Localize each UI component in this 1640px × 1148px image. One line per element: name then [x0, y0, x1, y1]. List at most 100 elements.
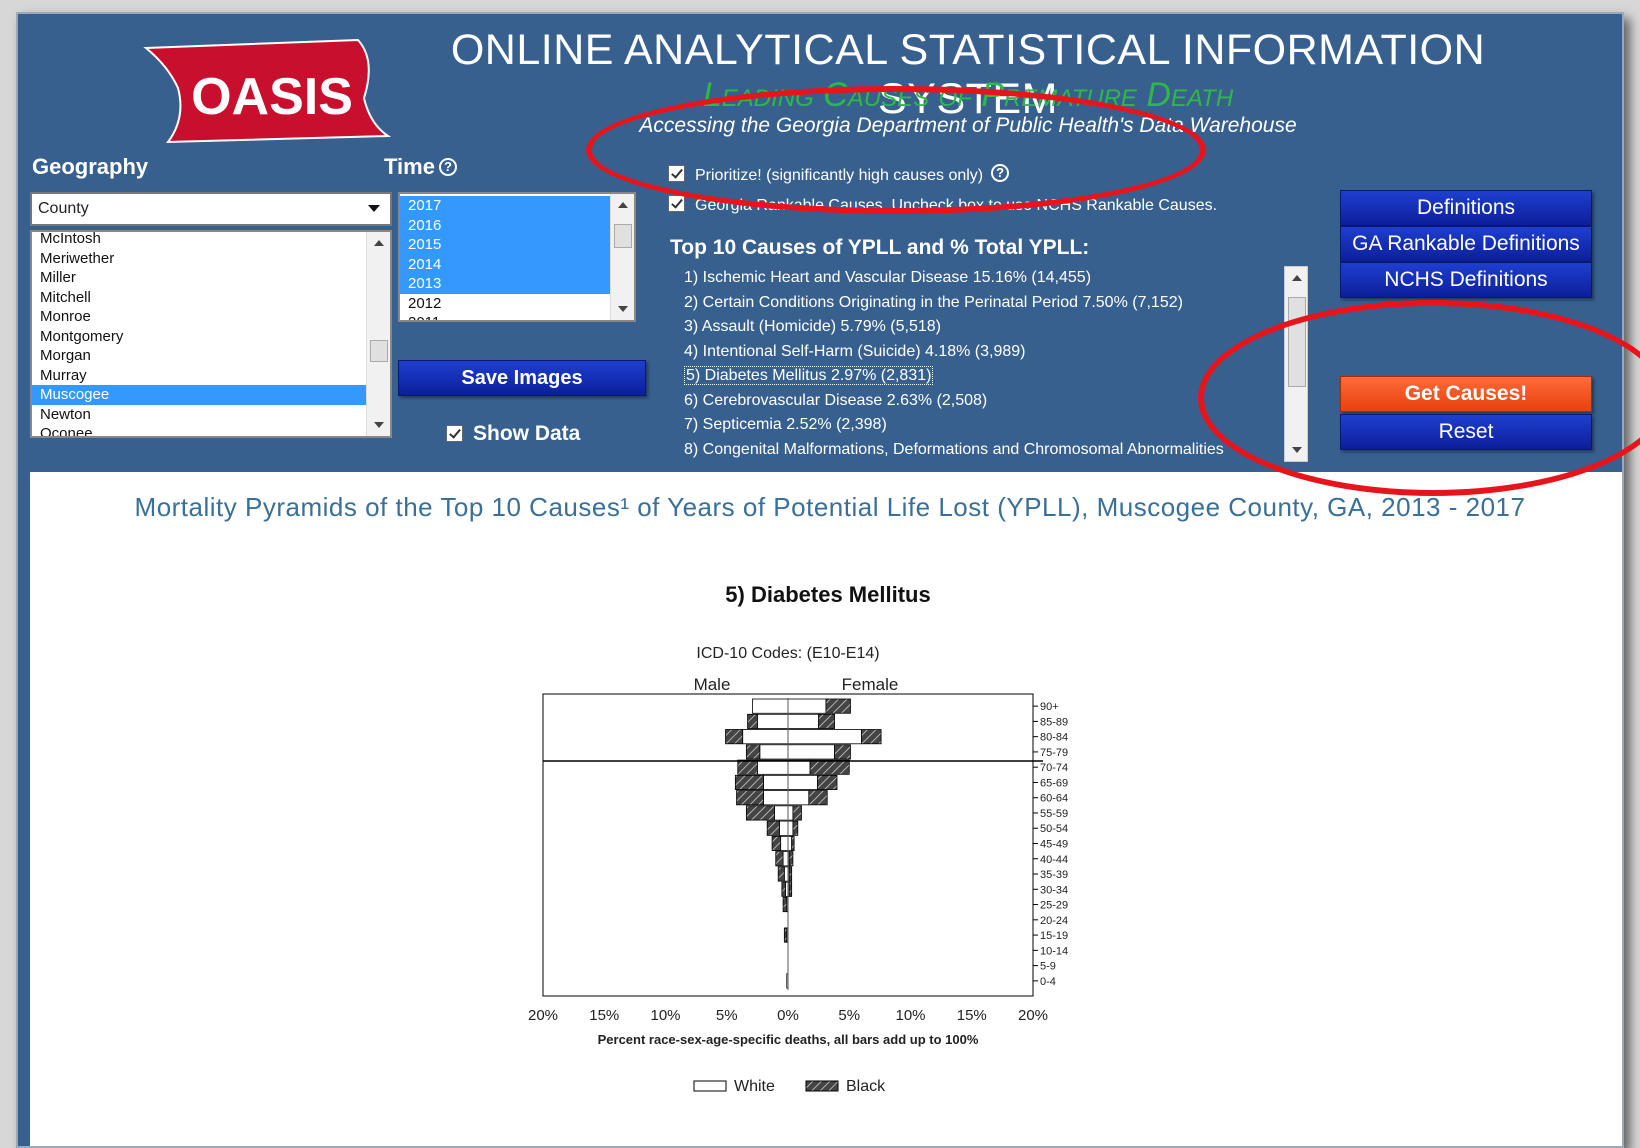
scroll-down-icon[interactable]	[618, 306, 628, 312]
time-scrollbar[interactable]	[610, 194, 634, 320]
y-tick-label: 0-4	[1040, 976, 1056, 988]
cause-item[interactable]: 2) Certain Conditions Originating in the…	[670, 291, 1305, 316]
x-tick-label: 15%	[957, 1007, 987, 1024]
scroll-down-icon[interactable]	[374, 422, 384, 428]
bar-male-black	[745, 744, 761, 760]
bar-female-white	[787, 774, 818, 790]
bar-male-black	[775, 851, 784, 867]
county-option[interactable]: Newton	[32, 405, 390, 425]
ga-rankable-definitions-button[interactable]: GA Rankable Definitions	[1340, 226, 1592, 262]
bar-male-white	[759, 744, 789, 760]
bar-female-white	[787, 835, 793, 852]
bar-male-black	[737, 759, 758, 775]
year-option[interactable]: 2015	[400, 235, 634, 255]
bar-male-black	[734, 774, 764, 790]
bar-female-black	[817, 774, 838, 790]
county-option[interactable]: Montgomery	[32, 327, 390, 347]
bar-female-white	[787, 790, 810, 806]
help-icon[interactable]: ?	[438, 158, 457, 176]
bar-female-black	[834, 744, 851, 760]
bar-male-black	[771, 835, 782, 852]
county-option[interactable]: McIntosh	[32, 232, 390, 249]
chevron-down-icon[interactable]	[368, 205, 380, 212]
geography-selected-value: County	[38, 200, 89, 217]
year-option[interactable]: 2012	[400, 294, 634, 314]
y-tick-label: 45-49	[1040, 839, 1068, 851]
definitions-button[interactable]: Definitions	[1340, 190, 1592, 226]
annotation-ellipse	[586, 86, 1206, 214]
legend-white-swatch	[693, 1080, 727, 1092]
scroll-thumb[interactable]	[614, 224, 632, 248]
time-listbox[interactable]: 2017201620152014201320122011	[398, 192, 636, 322]
y-tick-label: 80-84	[1040, 732, 1068, 744]
county-scrollbar[interactable]	[366, 232, 390, 436]
bar-male-black	[766, 820, 780, 836]
x-tick-label: 10%	[895, 1007, 925, 1024]
show-data-label: Show Data	[473, 422, 581, 445]
geography-level-select[interactable]: County	[30, 192, 392, 226]
county-option[interactable]: Miller	[32, 268, 390, 288]
scroll-up-icon[interactable]	[618, 202, 628, 208]
bar-male-black	[745, 805, 775, 821]
bar-male-white	[742, 729, 789, 745]
nchs-definitions-button[interactable]: NCHS Definitions	[1340, 262, 1592, 298]
bar-male-white	[756, 713, 789, 729]
bar-male-white	[780, 835, 789, 852]
county-option[interactable]: Mitchell	[32, 288, 390, 308]
bar-male-black	[725, 729, 744, 745]
bar-female-black	[791, 835, 795, 852]
cause-item[interactable]: 3) Assault (Homicide) 5.79% (5,518)	[670, 315, 1305, 340]
bar-male-black	[781, 881, 786, 897]
x-tick-label: 20%	[528, 1007, 558, 1024]
bar-female-black	[808, 790, 828, 806]
bar-male-white	[752, 698, 789, 714]
x-tick-label: 10%	[650, 1007, 680, 1024]
bar-female-white	[787, 713, 820, 729]
y-tick-label: 5-9	[1040, 961, 1056, 973]
female-label: Female	[842, 675, 899, 694]
y-tick-label: 35-39	[1040, 869, 1068, 881]
causes-listbox[interactable]: 1) Ischemic Heart and Vascular Disease 1…	[670, 266, 1305, 462]
county-option[interactable]: Murray	[32, 366, 390, 386]
cause-item[interactable]: 4) Intentional Self-Harm (Suicide) 4.18%…	[670, 340, 1305, 365]
logo-text: OASIS	[191, 68, 353, 126]
bar-male-black	[782, 897, 788, 913]
bar-male-black	[783, 927, 788, 943]
cause-item[interactable]: 1) Ischemic Heart and Vascular Disease 1…	[670, 266, 1305, 291]
show-data-checkbox[interactable]: Show Data	[446, 422, 580, 446]
y-tick-label: 10-14	[1040, 945, 1068, 957]
cause-item[interactable]: 8) Congenital Malformations, Deformation…	[670, 438, 1305, 463]
y-tick-label: 50-54	[1040, 823, 1068, 835]
y-tick-label: 15-19	[1040, 930, 1068, 942]
bar-male-white	[763, 774, 789, 790]
y-tick-label: 20-24	[1040, 915, 1068, 927]
county-option[interactable]: Monroe	[32, 307, 390, 327]
scroll-up-icon[interactable]	[374, 240, 384, 246]
scroll-up-icon[interactable]	[1292, 275, 1302, 281]
male-label: Male	[694, 675, 731, 694]
year-option[interactable]: 2014	[400, 254, 634, 274]
checkbox-checked-icon[interactable]	[446, 425, 463, 442]
y-tick-label: 70-74	[1040, 762, 1068, 774]
county-option[interactable]: Meriwether	[32, 249, 390, 269]
bar-male-white	[782, 851, 789, 867]
county-option[interactable]: Muscogee	[32, 385, 390, 405]
county-option[interactable]: Oconee	[32, 424, 390, 436]
scroll-thumb[interactable]	[370, 340, 388, 362]
y-tick-label: 60-64	[1040, 793, 1068, 805]
year-option[interactable]: 2016	[400, 215, 634, 235]
bar-male-white	[779, 820, 789, 836]
county-listbox[interactable]: McIntosh Meriwether Miller Mitchell Monroe Mo…	[30, 230, 392, 438]
y-tick-label: 40-44	[1040, 854, 1068, 866]
checkbox-checked-icon[interactable]	[668, 195, 685, 212]
bar-female-black	[788, 881, 793, 897]
county-option[interactable]: Morgan	[32, 346, 390, 366]
year-option[interactable]: 2017	[400, 196, 634, 216]
bar-female-white	[787, 729, 862, 745]
year-option[interactable]: 2013	[400, 274, 634, 294]
y-tick-label: 90+	[1040, 701, 1059, 713]
y-tick-label: 75-79	[1040, 747, 1068, 759]
top10-title: Top 10 Causes of YPLL and % Total YPLL:	[670, 236, 1090, 259]
year-option[interactable]: 2011	[400, 313, 634, 320]
save-images-button[interactable]: Save Images	[398, 360, 646, 396]
